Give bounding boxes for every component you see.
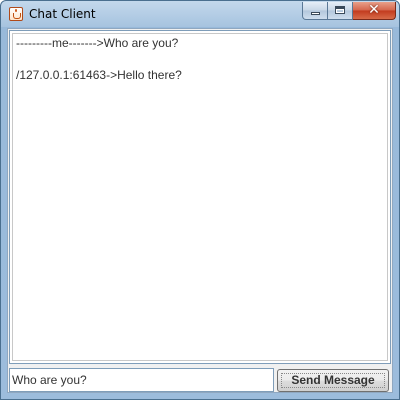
send-message-label: Send Message <box>291 373 375 387</box>
send-message-button[interactable]: Send Message <box>277 369 389 392</box>
minimize-button[interactable] <box>302 2 328 20</box>
close-button[interactable]: ✕ <box>353 2 396 20</box>
java-cup-icon[interactable] <box>9 7 23 21</box>
chat-client-window: Chat Client ✕ ---------me------->Who are… <box>0 0 400 400</box>
chat-transcript-inner: ---------me------->Who are you? /127.0.0… <box>12 33 388 361</box>
window-title: Chat Client <box>29 7 96 21</box>
chat-message: ---------me------->Who are you? <box>16 36 179 50</box>
chat-transcript[interactable]: ---------me------->Who are you? /127.0.0… <box>9 30 391 364</box>
chat-message: /127.0.0.1:61463->Hello there? <box>16 68 182 82</box>
title-bar[interactable]: Chat Client ✕ <box>1 1 399 28</box>
maximize-icon <box>335 6 345 14</box>
minimize-icon <box>311 12 320 15</box>
maximize-button[interactable] <box>328 2 353 20</box>
content-pane: ---------me------->Who are you? /127.0.0… <box>7 28 393 393</box>
message-input[interactable] <box>9 368 274 392</box>
close-icon: ✕ <box>368 2 380 18</box>
